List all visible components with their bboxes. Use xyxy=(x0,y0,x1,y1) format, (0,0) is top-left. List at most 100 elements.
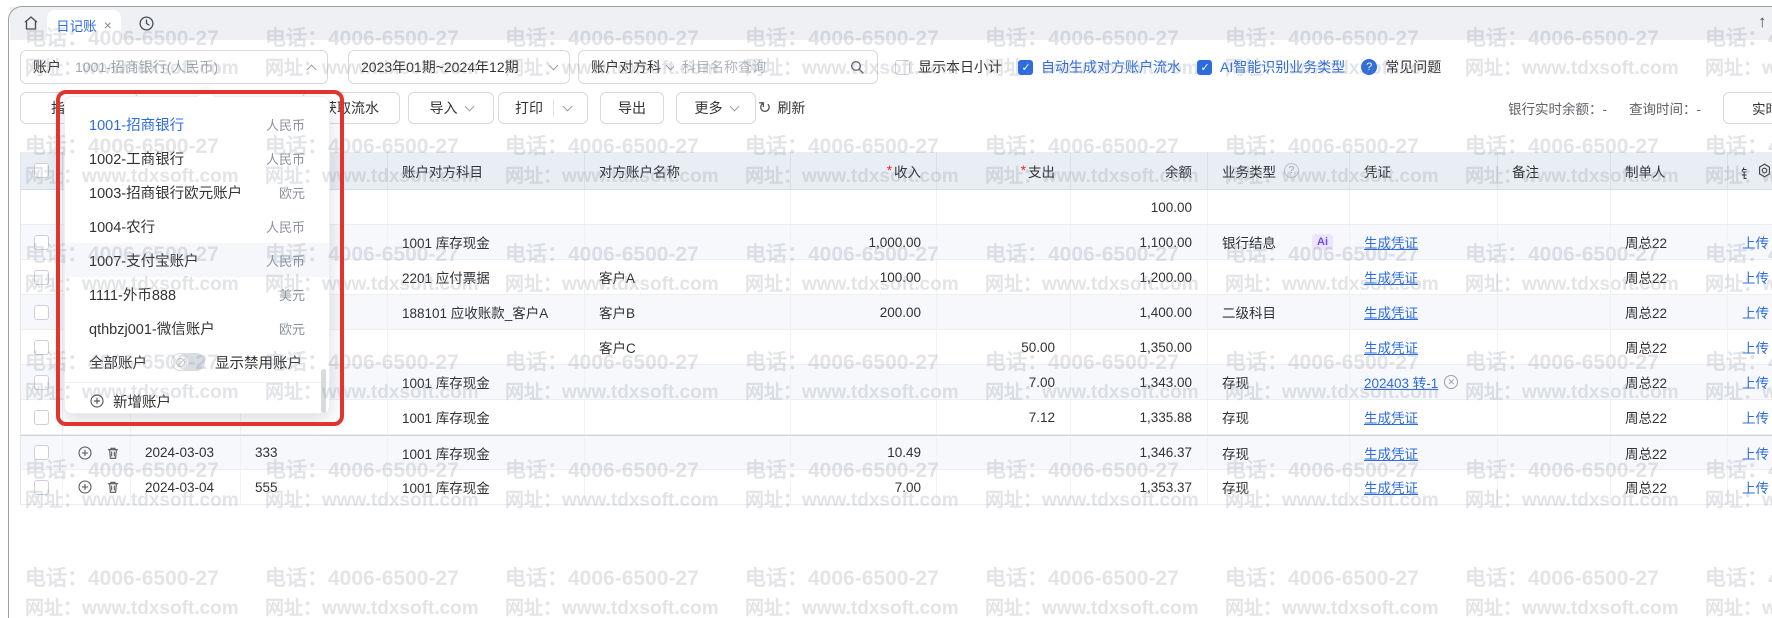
export-button[interactable]: 导出 xyxy=(600,92,664,124)
chevron-down-icon xyxy=(563,101,573,111)
generate-voucher-link[interactable]: 生成凭证 xyxy=(1364,302,1418,322)
add-row-icon[interactable] xyxy=(77,445,93,461)
cell-balance: 1,343.00 xyxy=(1139,375,1192,390)
upload-link[interactable]: 上传 xyxy=(1742,232,1769,252)
watermark-url: 网址：www.tdxsoft.com xyxy=(265,593,479,618)
select-all-checkbox[interactable] xyxy=(34,163,49,178)
chevron-down-icon xyxy=(549,60,559,70)
add-account-button[interactable]: 新增账户 xyxy=(65,386,329,416)
watermark-url: 网址：www.tdxsoft.com xyxy=(1705,593,1772,618)
import-button[interactable]: 导入 xyxy=(408,92,494,124)
account-option-5[interactable]: 1111-外币888美元 xyxy=(65,277,329,311)
upload-link[interactable]: 上传 xyxy=(1742,267,1769,287)
scroll-up-icon[interactable]: ↑ xyxy=(1758,12,1767,32)
account-option-name: 1004-农行 xyxy=(89,216,155,237)
column-settings-gear-icon[interactable] xyxy=(1756,162,1772,179)
account-option-1[interactable]: 1002-工商银行人民币 xyxy=(65,141,329,175)
delete-row-icon[interactable] xyxy=(105,445,121,461)
subject-search-input[interactable]: 科目名称查询 xyxy=(682,57,841,77)
cell-number: 333 xyxy=(255,445,278,460)
checkbox-checked-icon[interactable] xyxy=(1018,60,1033,75)
row-checkbox[interactable] xyxy=(34,410,49,425)
checkbox-icon[interactable] xyxy=(895,60,910,75)
subject-type-select[interactable]: 账户对方科 xyxy=(591,57,674,77)
account-option-4[interactable]: 1007-支付宝账户人民币 xyxy=(65,243,329,277)
upload-link[interactable]: 上传 xyxy=(1742,443,1769,463)
upload-link[interactable]: 上传 xyxy=(1742,302,1769,322)
row-checkbox[interactable] xyxy=(34,375,49,390)
cell-biz-type: 银行结息 xyxy=(1222,232,1276,252)
biz-type-help-icon[interactable]: ? xyxy=(1284,163,1299,178)
tab-journal[interactable]: 日记账 × xyxy=(47,10,121,40)
dropdown-scrollbar[interactable] xyxy=(321,369,326,413)
cell-maker: 周总22 xyxy=(1625,407,1667,427)
period-select[interactable]: 2023年01期~2024年12期 xyxy=(348,50,570,84)
home-icon[interactable] xyxy=(22,14,40,32)
header-biz-type: 业务类型 xyxy=(1222,161,1276,181)
row-checkbox[interactable] xyxy=(34,480,49,495)
account-option-name: 1003-招商银行欧元账户 xyxy=(89,182,242,203)
generate-voucher-link[interactable]: 生成凭证 xyxy=(1364,267,1418,287)
history-icon[interactable] xyxy=(138,15,155,32)
realtime-query-button[interactable]: 实时查询 xyxy=(1723,92,1772,124)
cell-income: 100.00 xyxy=(880,270,921,285)
show-disabled-toggle[interactable] xyxy=(171,353,205,371)
faq-label: 常见问题 xyxy=(1385,57,1441,77)
print-label[interactable]: 打印 xyxy=(505,98,553,118)
clipped-column-header: 银 xyxy=(1741,163,1747,179)
row-checkbox[interactable] xyxy=(34,270,49,285)
generate-voucher-link[interactable]: 生成凭证 xyxy=(1364,337,1418,357)
cell-income: 7.00 xyxy=(895,480,921,495)
print-dropdown-toggle[interactable] xyxy=(554,107,581,110)
add-row-icon[interactable] xyxy=(77,479,93,495)
upload-link[interactable]: 上传 xyxy=(1742,477,1769,497)
row-checkbox[interactable] xyxy=(34,445,49,460)
cell-expense: 7.12 xyxy=(1029,410,1055,425)
checkbox-auto-flow[interactable]: 自动生成对方账户流水 xyxy=(1018,57,1181,77)
account-option-0[interactable]: 1001-招商银行人民币 xyxy=(65,107,329,141)
generate-voucher-link[interactable]: 生成凭证 xyxy=(1364,232,1418,252)
account-option-6[interactable]: qthbzj001-微信账户欧元 xyxy=(65,311,329,345)
all-accounts-row: 全部账户 显示禁用账户 xyxy=(65,345,329,379)
watermark-phone: 电话：4006-6500-27 xyxy=(25,562,219,592)
generate-voucher-link[interactable]: 生成凭证 xyxy=(1364,477,1418,497)
upload-link[interactable]: 上传 xyxy=(1742,337,1769,357)
watermark-phone: 电话：4006-6500-27 xyxy=(745,562,939,592)
subject-search-box[interactable]: 账户对方科 科目名称查询 xyxy=(578,50,878,84)
print-split-button[interactable]: 打印 xyxy=(498,92,588,124)
checkbox-ai-recognize[interactable]: AI智能识别业务类型 xyxy=(1197,57,1345,77)
cell-balance: 1,346.37 xyxy=(1139,445,1192,460)
refresh-button[interactable]: ↻ 刷新 xyxy=(758,92,805,124)
delete-row-icon[interactable] xyxy=(105,479,121,495)
upload-link[interactable]: 上传 xyxy=(1742,372,1769,392)
watermark-phone: 电话：4006-6500-27 xyxy=(985,562,1179,592)
account-option-2[interactable]: 1003-招商银行欧元账户欧元 xyxy=(65,175,329,209)
generate-voucher-link[interactable]: 生成凭证 xyxy=(1364,443,1418,463)
account-option-currency: 人民币 xyxy=(266,217,305,236)
upload-link[interactable]: 上传 xyxy=(1742,407,1769,427)
more-label: 更多 xyxy=(695,98,723,118)
all-accounts-label[interactable]: 全部账户 xyxy=(89,352,147,373)
watermark-phone: 电话：4006-6500-27 xyxy=(1705,562,1772,592)
voucher-remove-icon[interactable]: ✕ xyxy=(1444,375,1458,389)
row-checkbox[interactable] xyxy=(34,305,49,320)
generate-voucher-link[interactable]: 生成凭证 xyxy=(1364,407,1418,427)
checkbox-daily-subtotal[interactable]: 显示本日小计 xyxy=(895,57,1002,77)
row-checkbox[interactable] xyxy=(34,235,49,250)
account-select[interactable]: 账户 1001-招商银行(人民币) xyxy=(20,50,328,84)
toggle-knob-icon xyxy=(172,354,188,370)
refresh-label: 刷新 xyxy=(777,98,805,118)
cell-biz-type: 存现 xyxy=(1222,443,1249,463)
cell-opp-account-name: 客户A xyxy=(599,267,635,287)
cell-biz-type: 存现 xyxy=(1222,372,1249,392)
more-button[interactable]: 更多 xyxy=(676,92,756,124)
account-option-3[interactable]: 1004-农行 人民币 xyxy=(65,209,329,243)
cell-income: 1,000.00 xyxy=(868,235,921,250)
table-row-8: 2024-03-045551001 库存现金7.001,353.37存现生成凭证… xyxy=(21,470,1772,505)
row-checkbox[interactable] xyxy=(34,340,49,355)
faq-link[interactable]: ? 常见问题 xyxy=(1361,57,1441,77)
tab-close-icon[interactable]: × xyxy=(104,17,112,33)
checkbox-checked-icon[interactable] xyxy=(1197,60,1212,75)
search-icon[interactable] xyxy=(849,59,865,75)
voucher-doc-link[interactable]: 202403 转-1 xyxy=(1364,372,1438,392)
